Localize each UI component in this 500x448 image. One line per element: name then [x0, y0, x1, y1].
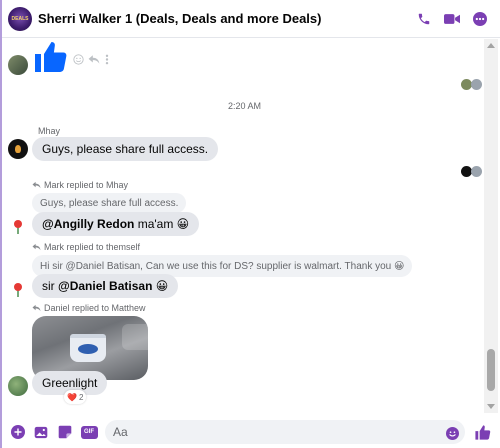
reply-arrow-icon — [32, 304, 41, 312]
chat-window: DEALS Sherri Walker 1 (Deals, Deals and … — [0, 0, 500, 448]
more-options-icon[interactable] — [105, 52, 109, 70]
message-text: Greenlight — [42, 376, 98, 390]
reply-label-text: Daniel replied to Matthew — [44, 303, 146, 313]
message-bubble[interactable]: Guys, please share full access. — [32, 137, 219, 161]
mention[interactable]: @Daniel Batisan — [58, 279, 152, 293]
like-icon[interactable] — [472, 422, 492, 442]
scrollbar[interactable] — [484, 39, 498, 413]
more-icon[interactable] — [470, 9, 490, 29]
gif-icon[interactable]: GIF — [80, 424, 98, 440]
scroll-up-icon[interactable] — [487, 43, 495, 48]
sticker-icon[interactable] — [57, 424, 73, 440]
message-bubble[interactable]: @Angilly Redon ma'am 😀 — [32, 212, 200, 236]
reply-label: Daniel replied to Matthew — [32, 303, 146, 313]
quoted-message[interactable]: Guys, please share full access. — [32, 193, 187, 213]
message-text: ma'am 😀 — [134, 217, 190, 231]
emoji-icon[interactable] — [444, 425, 460, 441]
quoted-text: Hi sir @Daniel Batisan, Can we use this … — [40, 260, 405, 272]
like-icon — [32, 39, 68, 75]
photo-product-label — [78, 344, 98, 354]
react-icon[interactable] — [73, 52, 84, 70]
sender-name: Mhay — [38, 126, 61, 136]
reply-arrow-icon — [32, 181, 41, 189]
input-placeholder: Aa — [113, 425, 128, 439]
seen-avatar — [471, 79, 482, 90]
avatar[interactable] — [8, 55, 28, 75]
mention[interactable]: @Angilly Redon — [42, 217, 134, 231]
reply-label: Mark replied to themself — [32, 242, 140, 252]
message-list[interactable]: 2:20 AM Mhay Guys, please share full acc… — [2, 39, 484, 413]
avatar[interactable] — [8, 217, 28, 237]
avatar[interactable] — [8, 376, 28, 396]
reply-label-text: Mark replied to themself — [44, 242, 141, 252]
scroll-down-icon[interactable] — [487, 404, 495, 409]
plus-icon[interactable] — [10, 424, 26, 440]
message-text: 😀 — [152, 279, 169, 293]
reaction-badge[interactable]: ❤️ 2 — [64, 390, 87, 404]
message-bubble[interactable]: sir @Daniel Batisan 😀 — [32, 274, 179, 298]
message-text: Guys, please share full access. — [42, 142, 209, 156]
group-avatar-text: DEALS — [11, 15, 29, 22]
composer: GIF Aa — [2, 416, 500, 448]
reply-label-text: Mark replied to Mhay — [44, 180, 129, 190]
reply-icon[interactable] — [88, 52, 100, 70]
reply-label: Mark replied to Mhay — [32, 180, 128, 190]
avatar[interactable] — [8, 139, 28, 159]
message-text: sir — [42, 279, 58, 293]
chat-title[interactable]: Sherri Walker 1 (Deals, Deals and more D… — [38, 11, 321, 26]
photo-icon[interactable] — [33, 424, 49, 440]
quoted-text: Guys, please share full access. — [40, 197, 179, 209]
video-icon[interactable] — [442, 9, 462, 29]
timestamp: 2:20 AM — [228, 101, 262, 111]
gif-label: GIF — [80, 425, 98, 439]
heart-icon: ❤️ — [67, 392, 77, 402]
reply-arrow-icon — [32, 243, 41, 251]
phone-icon[interactable] — [414, 9, 434, 29]
message-input[interactable]: Aa — [105, 420, 465, 444]
group-avatar[interactable]: DEALS — [8, 7, 32, 31]
reaction-count: 2 — [78, 392, 84, 402]
chat-header: DEALS Sherri Walker 1 (Deals, Deals and … — [2, 0, 500, 38]
seen-avatar — [471, 166, 482, 177]
scroll-thumb[interactable] — [487, 349, 495, 391]
photo-highlight — [122, 324, 148, 350]
avatar[interactable] — [8, 280, 28, 300]
